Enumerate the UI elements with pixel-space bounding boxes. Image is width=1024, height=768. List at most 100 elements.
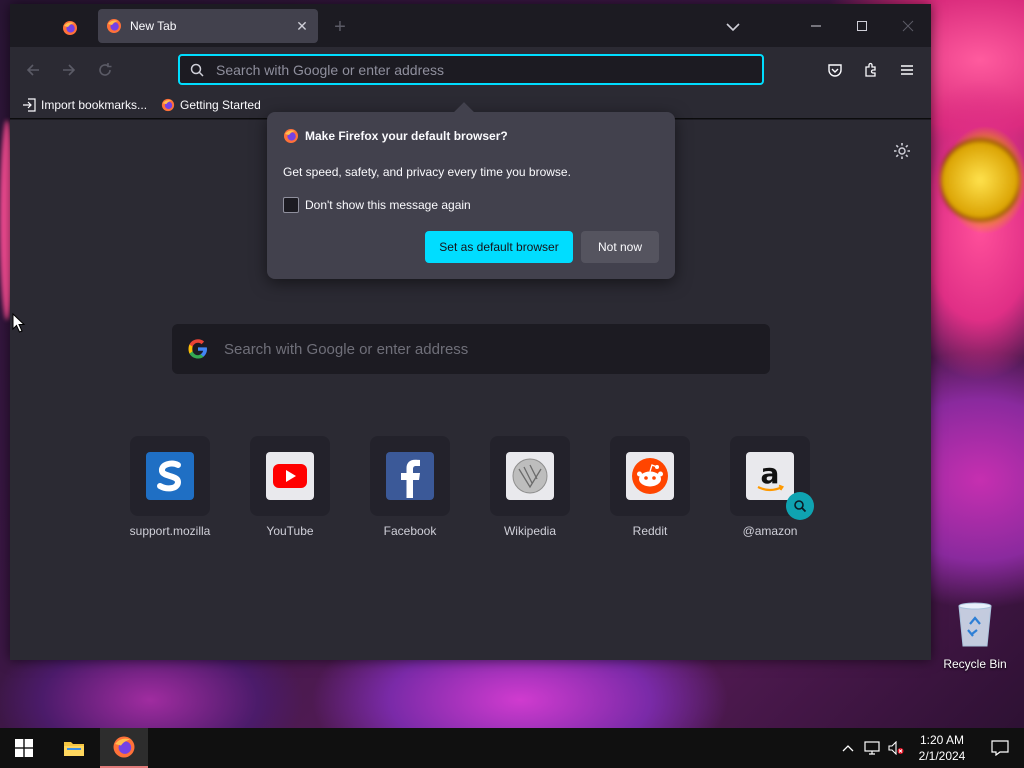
google-icon (188, 339, 207, 359)
firefox-icon (284, 129, 298, 143)
minimize-button[interactable] (793, 12, 839, 40)
network-icon (864, 741, 880, 755)
top-site-tile[interactable]: YouTube (250, 436, 330, 538)
reload-button[interactable] (92, 57, 118, 83)
top-site-tile[interactable]: a @amazon (730, 436, 814, 538)
amazon-logo: a (757, 457, 784, 492)
firefox-icon (107, 19, 121, 33)
checkbox-label: Don't show this message again (305, 198, 471, 212)
firefox-taskbar-button[interactable] (100, 728, 148, 768)
windows-taskbar: 1:20 AM 2/1/2024 (0, 728, 1024, 768)
clock-time: 1:20 AM (919, 733, 965, 747)
facebook-icon (386, 452, 434, 500)
recycle-bin-shortcut[interactable]: Recycle Bin (938, 600, 1012, 671)
newtab-search-placeholder: Search with Google or enter address (224, 340, 469, 358)
volume-button[interactable] (884, 728, 908, 768)
app-menu-button[interactable] (894, 57, 920, 83)
pocket-button[interactable] (822, 57, 848, 83)
tile-label: @amazon (742, 524, 798, 538)
network-button[interactable] (860, 728, 884, 768)
pocket-icon (828, 64, 842, 77)
tile-label: support.mozilla (129, 524, 211, 538)
amazon-icon: a (746, 452, 794, 500)
puzzle-icon (865, 62, 876, 77)
firefox-icon (63, 21, 77, 35)
maximize-icon (857, 21, 867, 31)
tab-new-tab[interactable]: New Tab ✕ (98, 9, 318, 43)
list-all-tabs-button[interactable] (722, 16, 744, 38)
bookmark-label: Import bookmarks... (41, 97, 148, 112)
recycle-bin-icon (958, 602, 992, 647)
firefox-icon (161, 98, 175, 111)
top-sites: support.mozilla YouTube Facebook Wikiped… (130, 436, 830, 546)
tile-box (370, 436, 450, 516)
tab-bar: New Tab ✕ + (10, 4, 931, 47)
dont-show-again-option[interactable]: Don't show this message again (283, 197, 471, 213)
facebook-logo (401, 459, 420, 498)
dont-show-again-checkbox[interactable] (283, 197, 299, 213)
tile-box (490, 436, 570, 516)
mozilla-support-logo (157, 460, 182, 492)
wallpaper-shape (940, 130, 1020, 230)
firefox-icon (113, 736, 135, 758)
show-hidden-icons-button[interactable] (836, 728, 860, 768)
reddit-logo (632, 458, 668, 494)
svg-text:a: a (761, 457, 780, 490)
tab-close-button[interactable]: ✕ (294, 18, 310, 35)
navigation-toolbar: Search with Google or enter address (10, 47, 931, 91)
gear-icon[interactable] (893, 142, 911, 160)
mozilla-support-icon (146, 452, 194, 500)
recycle-bin-label: Recycle Bin (943, 657, 1007, 671)
close-window-button[interactable] (885, 12, 931, 40)
import-icon (23, 97, 36, 112)
tile-box (610, 436, 690, 516)
tile-box: a (730, 436, 814, 520)
bookmark-import[interactable]: Import bookmarks... (22, 98, 147, 112)
mouse-cursor-icon (12, 313, 26, 333)
file-explorer-button[interactable] (50, 728, 98, 768)
maximize-button[interactable] (839, 12, 885, 40)
tile-label: YouTube (266, 524, 314, 538)
search-shortcut-badge (786, 492, 814, 520)
notification-icon (991, 740, 1009, 756)
system-tray: 1:20 AM 2/1/2024 (836, 728, 1024, 768)
windows-logo-icon (15, 739, 33, 757)
tile-label: Reddit (632, 524, 668, 538)
chevron-down-icon (726, 23, 740, 32)
popup-title-row: Make Firefox your default browser? (283, 128, 508, 144)
set-default-browser-button[interactable]: Set as default browser (425, 231, 573, 263)
not-now-button[interactable]: Not now (581, 231, 659, 263)
youtube-logo (273, 464, 307, 488)
clock[interactable]: 1:20 AM 2/1/2024 (908, 732, 976, 764)
minimize-icon (811, 25, 821, 27)
chevron-up-icon (842, 745, 854, 752)
back-button[interactable] (20, 57, 46, 83)
new-tab-button[interactable]: + (328, 16, 352, 40)
firefox-window: New Tab ✕ + Search with Google or enter … (10, 4, 931, 660)
action-center-button[interactable] (976, 728, 1024, 768)
top-site-tile[interactable]: Reddit (610, 436, 690, 538)
forward-arrow-icon (63, 64, 76, 76)
clock-date: 2/1/2024 (918, 749, 966, 763)
close-icon (902, 20, 914, 32)
bookmark-label: Getting Started (180, 97, 261, 112)
popup-description: Get speed, safety, and privacy every tim… (283, 165, 571, 179)
forward-button[interactable] (56, 57, 82, 83)
newtab-search-input[interactable]: Search with Google or enter address (172, 324, 770, 374)
search-icon (794, 500, 807, 513)
bookmark-getting-started[interactable]: Getting Started (161, 98, 261, 112)
url-bar[interactable]: Search with Google or enter address (178, 54, 764, 85)
folder-icon (64, 742, 84, 756)
top-site-tile[interactable]: Wikipedia (490, 436, 570, 538)
top-site-tile[interactable]: support.mozilla (130, 436, 210, 538)
top-site-tile[interactable]: Facebook (370, 436, 450, 538)
start-button[interactable] (0, 728, 48, 768)
firefox-view-button[interactable] (50, 12, 90, 44)
url-placeholder: Search with Google or enter address (216, 61, 445, 78)
tab-title: New Tab (130, 19, 177, 33)
tile-box (130, 436, 210, 516)
hamburger-menu-icon (901, 65, 913, 75)
default-browser-popup: Make Firefox your default browser? Get s… (267, 102, 675, 279)
search-icon (190, 63, 204, 77)
extensions-button[interactable] (858, 57, 884, 83)
